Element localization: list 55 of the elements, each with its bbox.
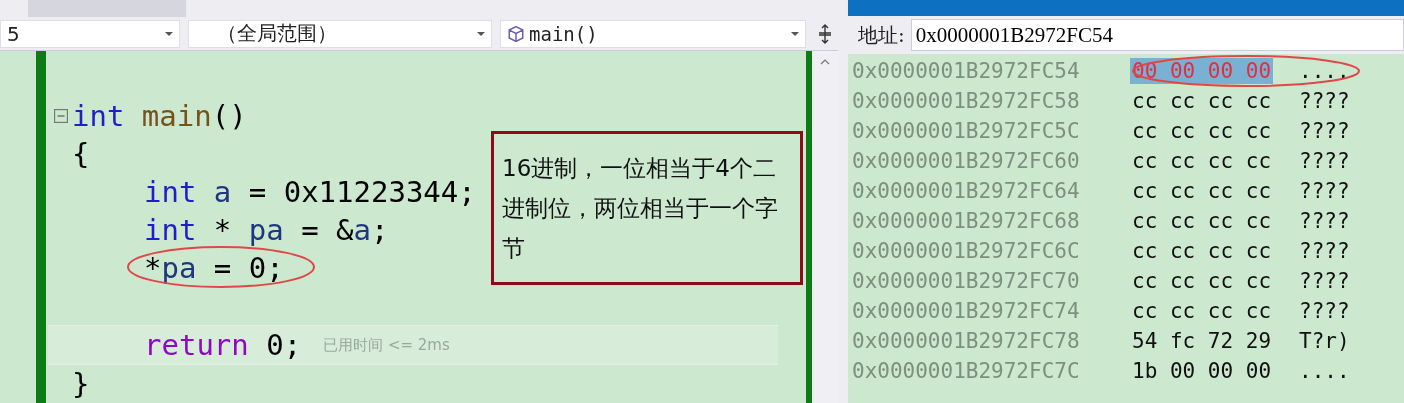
caret-icon [791,31,799,36]
memory-ascii: .... [1299,59,1350,83]
memory-ascii: ???? [1299,179,1350,203]
code-line: { [72,137,90,171]
address-label: 地址: [858,21,905,49]
caret-icon [477,31,485,36]
note-text: 16进制，一位相当于4个二进制位，两位相当于一个字节 [502,154,779,263]
memory-bytes[interactable]: cc cc cc cc [1130,118,1274,144]
scroll-up-icon[interactable] [820,59,830,65]
memory-address: 0x0000001B2972FC74 [852,299,1081,323]
memory-address: 0x0000001B2972FC7C [852,359,1081,383]
memory-ascii: ???? [1299,149,1350,173]
memory-ascii: ???? [1299,119,1350,143]
memory-address: 0x0000001B2972FC68 [852,209,1081,233]
memory-address: 0x0000001B2972FC70 [852,269,1081,293]
address-field[interactable]: 0x0000001B2972FC54 [910,19,1404,51]
cube-icon [507,24,525,43]
memory-address: 0x0000001B2972FC64 [852,179,1081,203]
split-icon[interactable] [818,23,832,44]
code-line: *pa = 0; [144,251,284,285]
memory-address: 0x0000001B2972FC54 [852,59,1081,83]
memory-ascii: ???? [1299,209,1350,233]
memory-address: 0x0000001B2972FC58 [852,89,1081,113]
memory-bytes[interactable]: cc cc cc cc [1130,268,1274,294]
memory-ascii: ???? [1299,299,1350,323]
memory-ascii: ???? [1299,89,1350,113]
memory-bytes[interactable]: cc cc cc cc [1130,88,1274,114]
memory-bytes[interactable]: cc cc cc cc [1130,178,1274,204]
memory-address: 0x0000001B2972FC6C [852,239,1081,263]
scope-dropdown[interactable]: main() [500,19,806,48]
memory-address: 0x0000001B2972FC5C [852,119,1081,143]
code-line: int a = 0x11223344; [144,175,476,209]
memory-bytes[interactable]: 1b 00 00 00 [1130,358,1274,384]
code-editor[interactable]: int main() { int a = 0x11223344; int * pa = &a; *pa = 0; return 0; 已用时间 <= 2ms } 16进制，一位相当于4个二进制位，两位相当于一个字节 [0,51,838,403]
memory-address: 0x0000001B2972FC78 [852,329,1081,353]
memory-bytes[interactable]: 54 fc 72 29 [1130,328,1274,354]
caret-icon [165,31,173,36]
memory-address: 0x0000001B2972FC60 [852,149,1081,173]
memory-ascii: T?r) [1299,329,1350,353]
code-line: } [72,367,90,401]
memory-ascii: .... [1299,359,1350,383]
memory-bytes[interactable]: cc cc cc cc [1130,148,1274,174]
collapse-icon[interactable] [54,109,68,123]
memory-bytes[interactable]: cc cc cc cc [1130,208,1274,234]
code-line: return 0; [144,328,302,362]
scrollbar[interactable] [812,51,838,403]
code-line: int * pa = &a; [144,213,389,247]
memory-bytes[interactable]: cc cc cc cc [1130,238,1274,264]
scope-dropdown[interactable]: 5 [0,19,180,48]
memory-ascii: ???? [1299,269,1350,293]
elapsed-time-hint: 已用时间 <= 2ms [323,335,450,355]
code-line: int main() [72,99,247,133]
memory-ascii: ???? [1299,239,1350,263]
scope-dropdown[interactable]: （全局范围） [188,19,492,48]
memory-bytes[interactable]: cc cc cc cc [1130,298,1274,324]
